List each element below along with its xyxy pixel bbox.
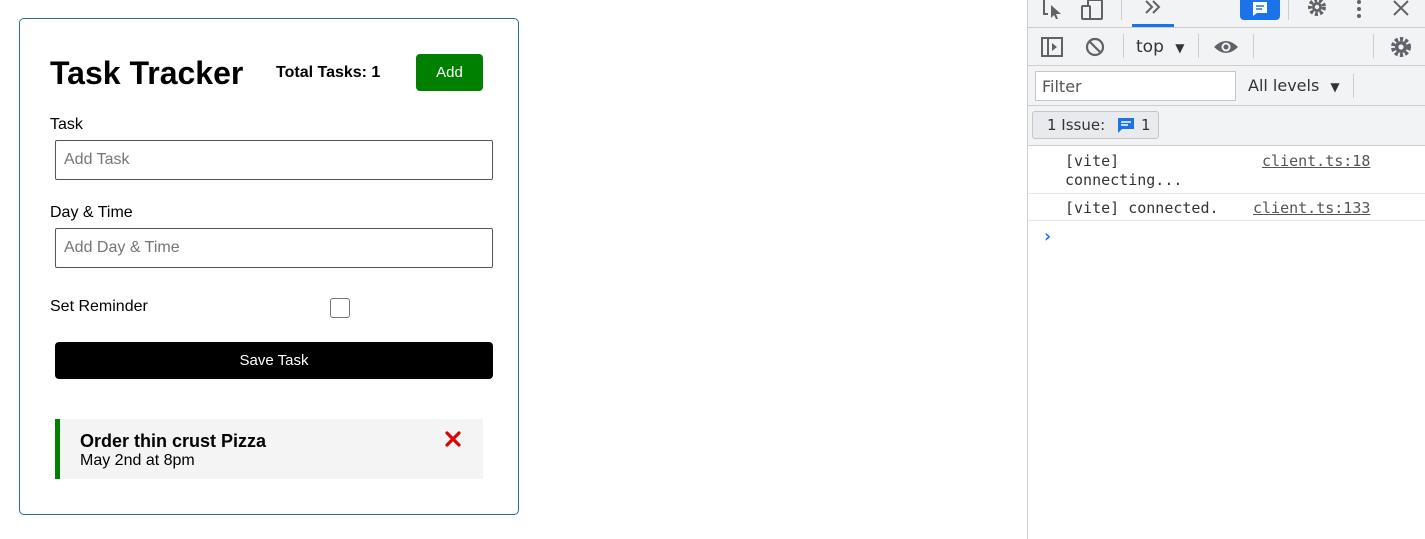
message-text-line: [vite] connected. [1065, 199, 1219, 217]
day-time-input[interactable] [55, 228, 493, 268]
task-label: Task [50, 116, 83, 133]
message-text-line: connecting... [1065, 171, 1183, 189]
more-options-icon[interactable] [1354, 0, 1364, 18]
issues-badge[interactable] [1240, 0, 1280, 20]
day-time-label: Day & Time [50, 204, 133, 221]
add-button[interactable]: Add [416, 54, 483, 91]
filter-input[interactable] [1035, 71, 1236, 101]
reminder-label: Set Reminder [50, 298, 148, 315]
issues-count: 1 [1141, 116, 1151, 134]
task-tracker-app: Task Tracker Total Tasks: 1 Add Task Day… [19, 18, 519, 515]
console-toolbar: top ▼ [1028, 28, 1425, 66]
message-source-link[interactable]: client.ts:18 [1262, 152, 1370, 171]
task-day: May 2nd at 8pm [80, 452, 195, 469]
issues-row: 1 Issue: 1 [1028, 106, 1425, 146]
context-selector[interactable]: top ▼ [1136, 37, 1185, 57]
device-toolbar-icon[interactable] [1080, 0, 1104, 20]
console-message: [vite] connecting... client.ts:18 [1028, 146, 1425, 194]
log-levels-value: All levels [1248, 76, 1320, 95]
clear-console-icon[interactable] [1085, 37, 1105, 57]
task-text: Order thin crust Pizza [80, 431, 267, 451]
devtools-panel: top ▼ All levels ▼ 1 Issue: [1027, 0, 1425, 539]
dropdown-arrow-icon: ▼ [1175, 41, 1185, 55]
total-tasks-count: Total Tasks: 1 [276, 64, 381, 81]
inspect-element-icon[interactable] [1042, 0, 1064, 20]
delete-task-icon[interactable] [443, 429, 463, 449]
chevrons-right-icon[interactable] [1144, 0, 1162, 14]
context-value: top [1136, 37, 1164, 57]
log-levels-selector[interactable]: All levels ▼ [1248, 76, 1340, 95]
sidebar-toggle-icon[interactable] [1041, 37, 1063, 57]
task-item[interactable]: Order thin crust Pizza May 2nd at 8pm [55, 419, 483, 479]
message-icon [1118, 118, 1134, 133]
message-source-link[interactable]: client.ts:133 [1253, 199, 1370, 218]
issues-label: 1 Issue: [1047, 116, 1106, 134]
live-expression-eye-icon[interactable] [1213, 39, 1239, 55]
filter-row: All levels ▼ [1028, 66, 1425, 106]
app-title: Task Tracker [50, 55, 244, 91]
reminder-checkbox[interactable] [330, 298, 350, 318]
task-input[interactable] [55, 140, 493, 180]
close-icon[interactable] [1392, 0, 1410, 16]
active-tab-indicator [1132, 24, 1174, 27]
save-task-button[interactable]: Save Task [55, 342, 493, 379]
message-icon [1253, 2, 1267, 16]
console-prompt-icon[interactable]: › [1042, 226, 1053, 247]
console-message: [vite] connected. client.ts:133 [1028, 194, 1425, 221]
dropdown-arrow-icon: ▼ [1330, 80, 1340, 94]
settings-gear-icon[interactable] [1306, 0, 1328, 18]
issues-button[interactable]: 1 Issue: 1 [1032, 111, 1159, 139]
devtools-tabbar [1028, 0, 1425, 28]
message-text-line: [vite] [1065, 152, 1120, 170]
console-settings-gear-icon[interactable] [1390, 36, 1412, 58]
